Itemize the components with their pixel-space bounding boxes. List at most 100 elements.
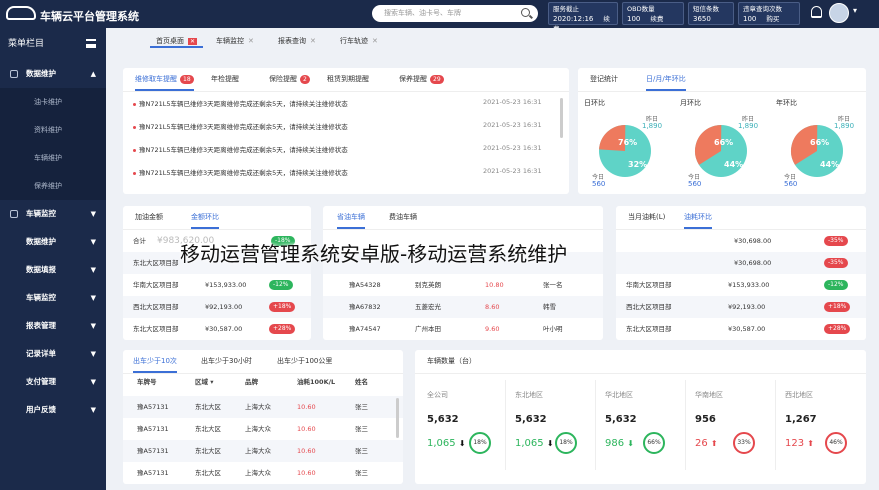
search-placeholder: 搜索车辆、油卡号、车牌	[384, 9, 461, 17]
sidebar-sub-vehicle[interactable]: 车辆维护	[0, 144, 106, 172]
bell-icon[interactable]	[811, 6, 822, 18]
sidebar-item-data-maintenance-2[interactable]: 数据维护 ▼	[0, 228, 106, 256]
menu-toggle-icon[interactable]	[86, 39, 96, 48]
tab-lease-expiry[interactable]: 租赁到期提醒	[327, 74, 369, 84]
chevron-down-icon: ▼	[90, 294, 96, 302]
sidebar-item-vehicle-monitor-2[interactable]: 车辆监控 ▼	[0, 284, 106, 312]
table-row: 西北大区项目部 ¥92,193.00 +18%	[616, 296, 866, 318]
tab-report-query[interactable]: 报表查询 ✕	[272, 34, 322, 48]
tab-fuel-ratio[interactable]: 油耗环比	[684, 212, 712, 229]
table-row: 华南大区项目部 ¥153,933.00 -12%	[616, 274, 866, 296]
tab-less-10-trips[interactable]: 出车少于10次	[133, 356, 177, 373]
chevron-down-icon[interactable]: ▾	[853, 6, 857, 15]
tab-registration-stats[interactable]: 登记统计	[590, 74, 618, 84]
list-item[interactable]: 豫N721L5车辆已维修3天距离维修完成还剩余5天，请持续关注维修状态	[133, 167, 348, 177]
list-item[interactable]: 豫N721L5车辆已维修3天距离维修完成还剩余5天，请持续关注维修状态	[133, 144, 348, 154]
sidebar-header: 菜单栏目	[0, 28, 106, 60]
sms-count-box[interactable]: 短信条数 3650	[688, 2, 734, 25]
avatar[interactable]	[829, 3, 849, 23]
dot-icon	[133, 171, 136, 175]
table-row: ¥30,698.00 -35%	[616, 230, 866, 252]
table-row: 西北大区项目部 ¥92,193.00 +18%	[123, 296, 311, 318]
list-item-time: 2021-05-23 16:31	[483, 98, 542, 106]
arrow-down-icon: ⬇	[546, 439, 554, 448]
car-logo-icon	[6, 6, 36, 20]
arrow-up-icon: ⬆	[710, 439, 718, 448]
tab-less-100-km[interactable]: 出车少于100公里	[277, 356, 332, 366]
percent-ring: 18%	[469, 432, 491, 454]
tab-amount-ratio[interactable]: 金额环比	[191, 212, 219, 229]
tab-maintenance[interactable]: 保养提醒 29	[399, 74, 444, 84]
search-input[interactable]: 搜索车辆、油卡号、车牌	[372, 5, 538, 22]
obd-count-box[interactable]: OBD数量 100 续费	[622, 2, 684, 25]
sidebar-sub-profile[interactable]: 资料维护	[0, 116, 106, 144]
dot-icon	[133, 148, 136, 152]
table-row: 东北大区项目部 ¥30,587.00 +28%	[616, 318, 866, 340]
tab-fuel-saving[interactable]: 省油车辆	[337, 212, 365, 229]
dot-icon	[133, 125, 136, 129]
violation-query-box[interactable]: 违章查询次数 100 购买	[738, 2, 800, 25]
column-header: 姓名	[355, 378, 368, 386]
sidebar-item-data-maintenance[interactable]: 数据维护 ▲	[0, 60, 106, 88]
close-icon[interactable]: ✕	[310, 37, 316, 45]
monthly-fuel-tabs: 当月油耗(L) 油耗环比	[616, 206, 866, 230]
dot-icon	[133, 102, 136, 106]
divider	[775, 380, 776, 470]
chevron-down-icon: ▼	[90, 350, 96, 358]
sidebar-item-payment[interactable]: 支付管理 ▼	[0, 368, 106, 396]
percent-ring: 46%	[825, 432, 847, 454]
sidebar-item-vehicle-monitor[interactable]: 车辆监控 ▼	[0, 200, 106, 228]
arrow-down-icon: ⬇	[627, 439, 634, 448]
table-row: 豫A57131 东北大区 上海大众 10.60 张三	[137, 425, 368, 433]
chevron-down-icon: ▼	[90, 322, 96, 330]
tab-less-30-hours[interactable]: 出车少于30小时	[201, 356, 252, 366]
reminders-panel: 维修取车提醒 18 年检提醒 保险提醒 2 租赁到期提醒 保养提醒 29 豫N721L…	[123, 68, 569, 194]
column-header: 油耗100K/L	[297, 378, 336, 386]
chevron-down-icon: ▼	[90, 238, 96, 246]
search-icon[interactable]	[521, 8, 530, 17]
fuel-amount-tabs: 加油金额 金额环比	[123, 206, 311, 230]
sidebar-item-feedback[interactable]: 用户反馈 ▼	[0, 396, 106, 424]
table-row: 东北大区项目部 ¥30,587.00 +28%	[123, 318, 311, 340]
sidebar-item-data-report[interactable]: 数据填报 ▼	[0, 256, 106, 284]
tab-track[interactable]: 行车轨迹 ✕	[334, 34, 384, 48]
app-title: 车辆云平台管理系统	[40, 10, 139, 23]
sidebar-item-reports[interactable]: 报表管理 ▼	[0, 312, 106, 340]
tab-insurance[interactable]: 保险提醒 2	[269, 74, 310, 84]
chevron-down-icon: ▼	[90, 210, 96, 218]
list-item-time: 2021-05-23 16:31	[483, 144, 542, 152]
scrollbar[interactable]	[396, 398, 399, 438]
tab-vehicle-monitor[interactable]: 车辆监控 ✕	[210, 34, 260, 48]
table-row: 豫A54328 别克英朗 10.80 张一名	[349, 281, 563, 289]
table-row: 豫A57131 东北大区 上海大众 10.60 张三	[123, 396, 403, 418]
list-item[interactable]: 豫N721L5车辆已维修3天距离维修完成还剩余5天，请持续关注维修状态	[133, 98, 348, 108]
tab-fuel-amount[interactable]: 加油金额	[135, 212, 163, 222]
tab-inspection[interactable]: 年检提醒	[211, 74, 239, 84]
sidebar-sub-fuel-card[interactable]: 油卡维护	[0, 88, 106, 116]
percent-ring: 66%	[643, 432, 665, 454]
sidebar: 菜单栏目 数据维护 ▲ 油卡维护 资料维护 车辆维护 保养维护 车辆监控 ▼ 数据维…	[0, 28, 106, 490]
list-item[interactable]: 豫N721L5车辆已维修3天距离维修完成还剩余5天，请持续关注维修状态	[133, 121, 348, 131]
divider	[505, 380, 506, 470]
table-row: 豫A74547 广州本田 9.60 叶小明	[349, 325, 563, 333]
vehicle-count-panel: 车辆数量（台） 全公司 5,632 1,065 ⬇ 18% 东北地区 5,632…	[415, 350, 866, 484]
arrow-down-icon: ⬇	[458, 439, 466, 448]
monthly-fuel-panel: 当月油耗(L) 油耗环比 ¥30,698.00 -35% ¥30,698.00 -3…	[616, 206, 866, 340]
close-icon[interactable]: ✕	[188, 38, 198, 45]
column-header[interactable]: 区域 ▾	[195, 376, 214, 386]
panel-title: 车辆数量（台）	[427, 357, 476, 365]
chevron-up-icon: ▲	[90, 70, 96, 78]
watermark-caption: 移动运营管理系统安卓版-移动运营系统维护	[180, 242, 568, 266]
tab-fuel-wasting[interactable]: 费油车辆	[389, 212, 417, 222]
sidebar-item-records[interactable]: 记录详单 ▼	[0, 340, 106, 368]
page-tabs: 首页桌面 ✕ 车辆监控 ✕ 报表查询 ✕ 行车轨迹 ✕	[106, 28, 879, 54]
sidebar-sub-maintenance[interactable]: 保养维护	[0, 172, 106, 200]
close-icon[interactable]: ✕	[372, 37, 378, 45]
tab-repair-pickup[interactable]: 维修取车提醒 18	[135, 74, 194, 91]
close-icon[interactable]: ✕	[248, 37, 254, 45]
tab-home[interactable]: 首页桌面 ✕	[150, 34, 204, 48]
scrollbar[interactable]	[560, 98, 563, 138]
service-expiry-box[interactable]: 服务截止 2020:12:16续费	[548, 2, 618, 33]
tab-monthly-fuel[interactable]: 当月油耗(L)	[628, 212, 665, 222]
gauge-ring	[695, 125, 747, 177]
